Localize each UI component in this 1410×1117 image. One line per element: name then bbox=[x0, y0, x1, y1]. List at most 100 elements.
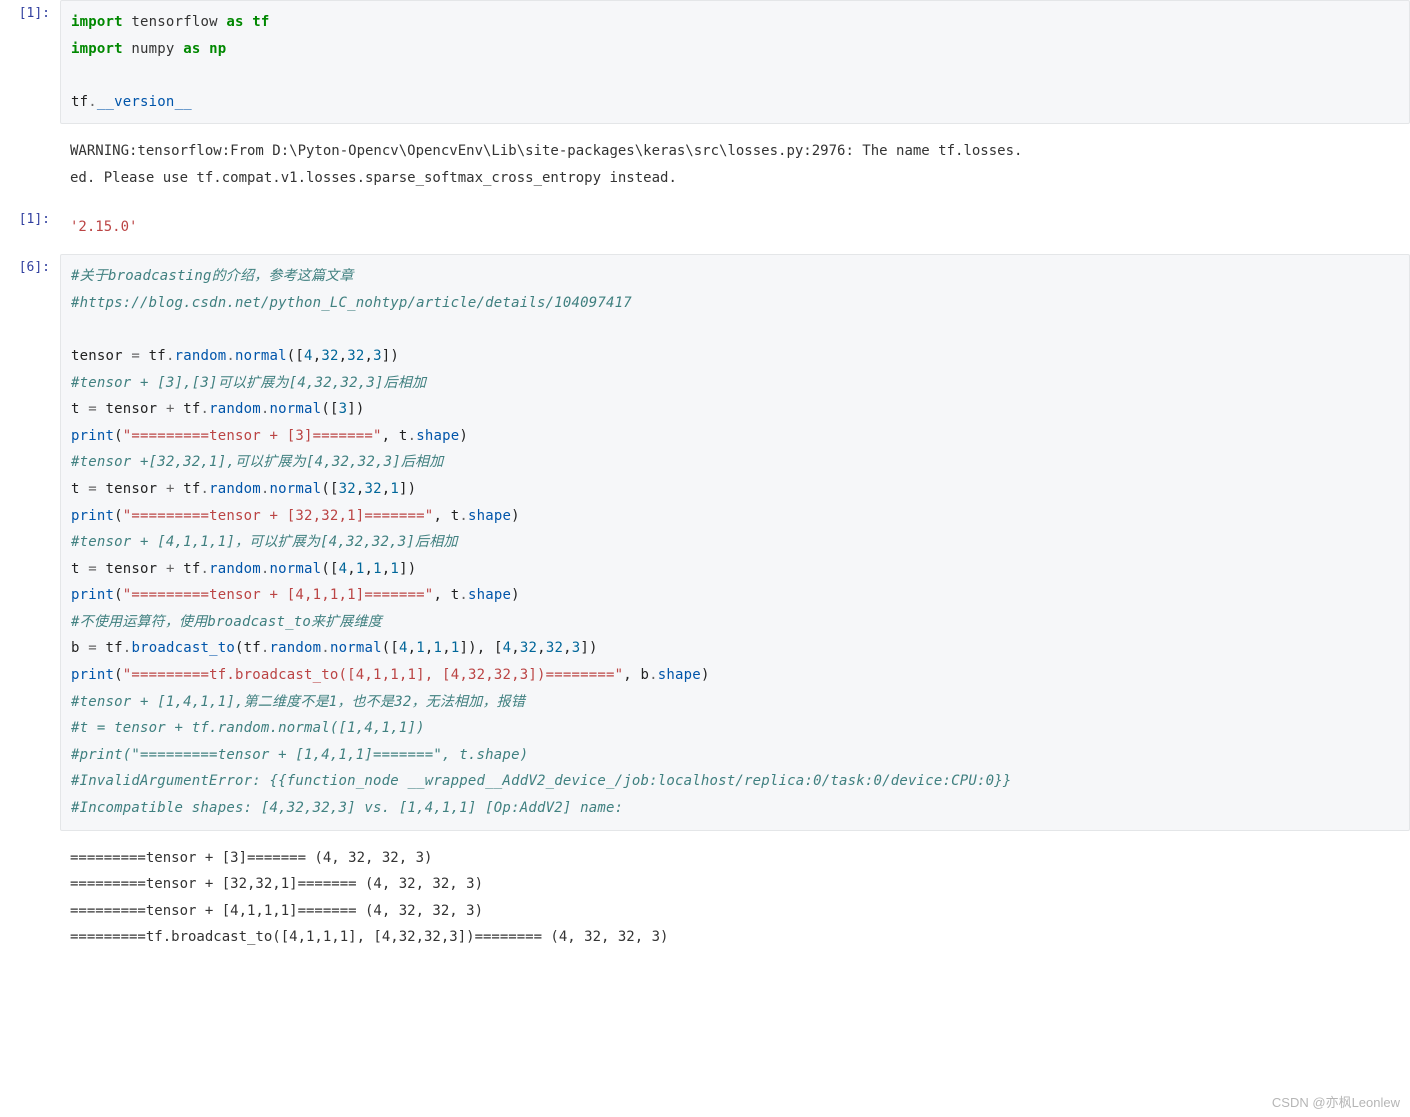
func: normal bbox=[270, 481, 322, 497]
identifier: tf bbox=[175, 561, 201, 577]
string-literal: '2.15.0' bbox=[70, 219, 137, 235]
string: "=========tensor + [4,1,1,1]=======" bbox=[123, 587, 434, 603]
module-name: tensorflow bbox=[131, 14, 217, 30]
dot: . bbox=[408, 428, 417, 444]
number: 4 bbox=[399, 640, 408, 656]
number: 1 bbox=[434, 640, 443, 656]
identifier: tf bbox=[175, 481, 201, 497]
dot: . bbox=[649, 667, 658, 683]
paren: ) bbox=[701, 667, 710, 683]
number: 32 bbox=[339, 481, 356, 497]
stdout-text: =========tensor + [3]======= (4, 32, 32,… bbox=[60, 837, 1410, 959]
identifier: t bbox=[71, 481, 88, 497]
dot: . bbox=[200, 401, 209, 417]
dot: . bbox=[321, 640, 330, 656]
dot: . bbox=[200, 481, 209, 497]
arg: , t bbox=[433, 508, 459, 524]
attr: shape bbox=[416, 428, 459, 444]
keyword-import: import bbox=[71, 41, 123, 57]
module-name: numpy bbox=[131, 41, 174, 57]
code-input-area[interactable]: import tensorflow as tf import numpy as … bbox=[60, 0, 1410, 124]
paren: ([ bbox=[382, 640, 399, 656]
output-cell-1: [1]: '2.15.0' bbox=[0, 206, 1410, 249]
paren: ([ bbox=[287, 348, 304, 364]
output-warning: WARNING:tensorflow:From D:\Pyton-Opencv\… bbox=[0, 130, 1410, 199]
paren: ]) bbox=[399, 481, 416, 497]
paren: ]) bbox=[347, 401, 364, 417]
comma: , bbox=[408, 640, 417, 656]
builtin-print: print bbox=[71, 428, 114, 444]
alias: tf bbox=[252, 14, 269, 30]
identifier: t bbox=[71, 401, 88, 417]
paren: ( bbox=[114, 587, 123, 603]
code-cell-1: [1]: import tensorflow as tf import nump… bbox=[0, 0, 1410, 124]
func: normal bbox=[330, 640, 382, 656]
comment: #tensor + [3],[3]可以扩展为[4,32,32,3]后相加 bbox=[71, 375, 426, 391]
paren: ([ bbox=[321, 401, 338, 417]
number: 1 bbox=[390, 481, 399, 497]
number: 1 bbox=[390, 561, 399, 577]
number: 32 bbox=[347, 348, 364, 364]
comment: #https://blog.csdn.net/python_LC_nohtyp/… bbox=[71, 295, 632, 311]
func: normal bbox=[235, 348, 287, 364]
op-assign: = bbox=[88, 481, 97, 497]
code-cell-6: [6]: #关于broadcasting的介绍，参考这篇文章 #https://… bbox=[0, 254, 1410, 830]
string: "=========tensor + [32,32,1]=======" bbox=[123, 508, 434, 524]
paren: ]) bbox=[399, 561, 416, 577]
identifier: tf bbox=[71, 94, 88, 110]
comma: , bbox=[511, 640, 520, 656]
identifier: tf bbox=[97, 640, 123, 656]
dot: . bbox=[261, 561, 270, 577]
paren: (tf bbox=[235, 640, 261, 656]
number: 4 bbox=[304, 348, 313, 364]
code-input-area[interactable]: #关于broadcasting的介绍，参考这篇文章 #https://blog.… bbox=[60, 254, 1410, 830]
builtin-print: print bbox=[71, 667, 114, 683]
keyword-as: as bbox=[183, 41, 200, 57]
dot: . bbox=[261, 401, 270, 417]
comment: #t = tensor + tf.random.normal([1,4,1,1]… bbox=[71, 720, 425, 736]
comment: #tensor +[32,32,1],可以扩展为[4,32,32,3]后相加 bbox=[71, 454, 443, 470]
attr: random bbox=[209, 561, 261, 577]
arg: , b bbox=[623, 667, 649, 683]
paren: ) bbox=[511, 508, 520, 524]
attr: random bbox=[209, 401, 261, 417]
func: broadcast_to bbox=[131, 640, 235, 656]
attr: random bbox=[209, 481, 261, 497]
comment: #关于broadcasting的介绍，参考这篇文章 bbox=[71, 268, 354, 284]
paren: ]), [ bbox=[459, 640, 502, 656]
empty-prompt bbox=[0, 837, 60, 843]
number: 3 bbox=[339, 401, 348, 417]
func: normal bbox=[270, 561, 322, 577]
identifier: t bbox=[71, 561, 88, 577]
output-cell-6: =========tensor + [3]======= (4, 32, 32,… bbox=[0, 837, 1410, 959]
comma: , bbox=[347, 561, 356, 577]
attr: random bbox=[270, 640, 322, 656]
comma: , bbox=[563, 640, 572, 656]
identifier: tensor bbox=[71, 348, 131, 364]
keyword-import: import bbox=[71, 14, 123, 30]
number: 4 bbox=[339, 561, 348, 577]
dot: . bbox=[226, 348, 235, 364]
arg: , t bbox=[382, 428, 408, 444]
dot: . bbox=[166, 348, 175, 364]
attr: shape bbox=[658, 667, 701, 683]
paren: ( bbox=[114, 428, 123, 444]
op-plus: + bbox=[166, 401, 175, 417]
paren: ( bbox=[114, 667, 123, 683]
keyword-as: as bbox=[226, 14, 243, 30]
identifier: tensor bbox=[97, 561, 166, 577]
output-value: '2.15.0' bbox=[60, 206, 1410, 249]
builtin-print: print bbox=[71, 508, 114, 524]
comma: , bbox=[537, 640, 546, 656]
builtin-print: print bbox=[71, 587, 114, 603]
comma: , bbox=[365, 348, 374, 364]
cell-prompt: [6]: bbox=[0, 254, 60, 275]
func: normal bbox=[270, 401, 322, 417]
dot: . bbox=[459, 508, 468, 524]
op-assign: = bbox=[131, 348, 140, 364]
op-plus: + bbox=[166, 561, 175, 577]
number: 32 bbox=[321, 348, 338, 364]
paren: ([ bbox=[321, 481, 338, 497]
comma: , bbox=[365, 561, 374, 577]
attr: shape bbox=[468, 587, 511, 603]
